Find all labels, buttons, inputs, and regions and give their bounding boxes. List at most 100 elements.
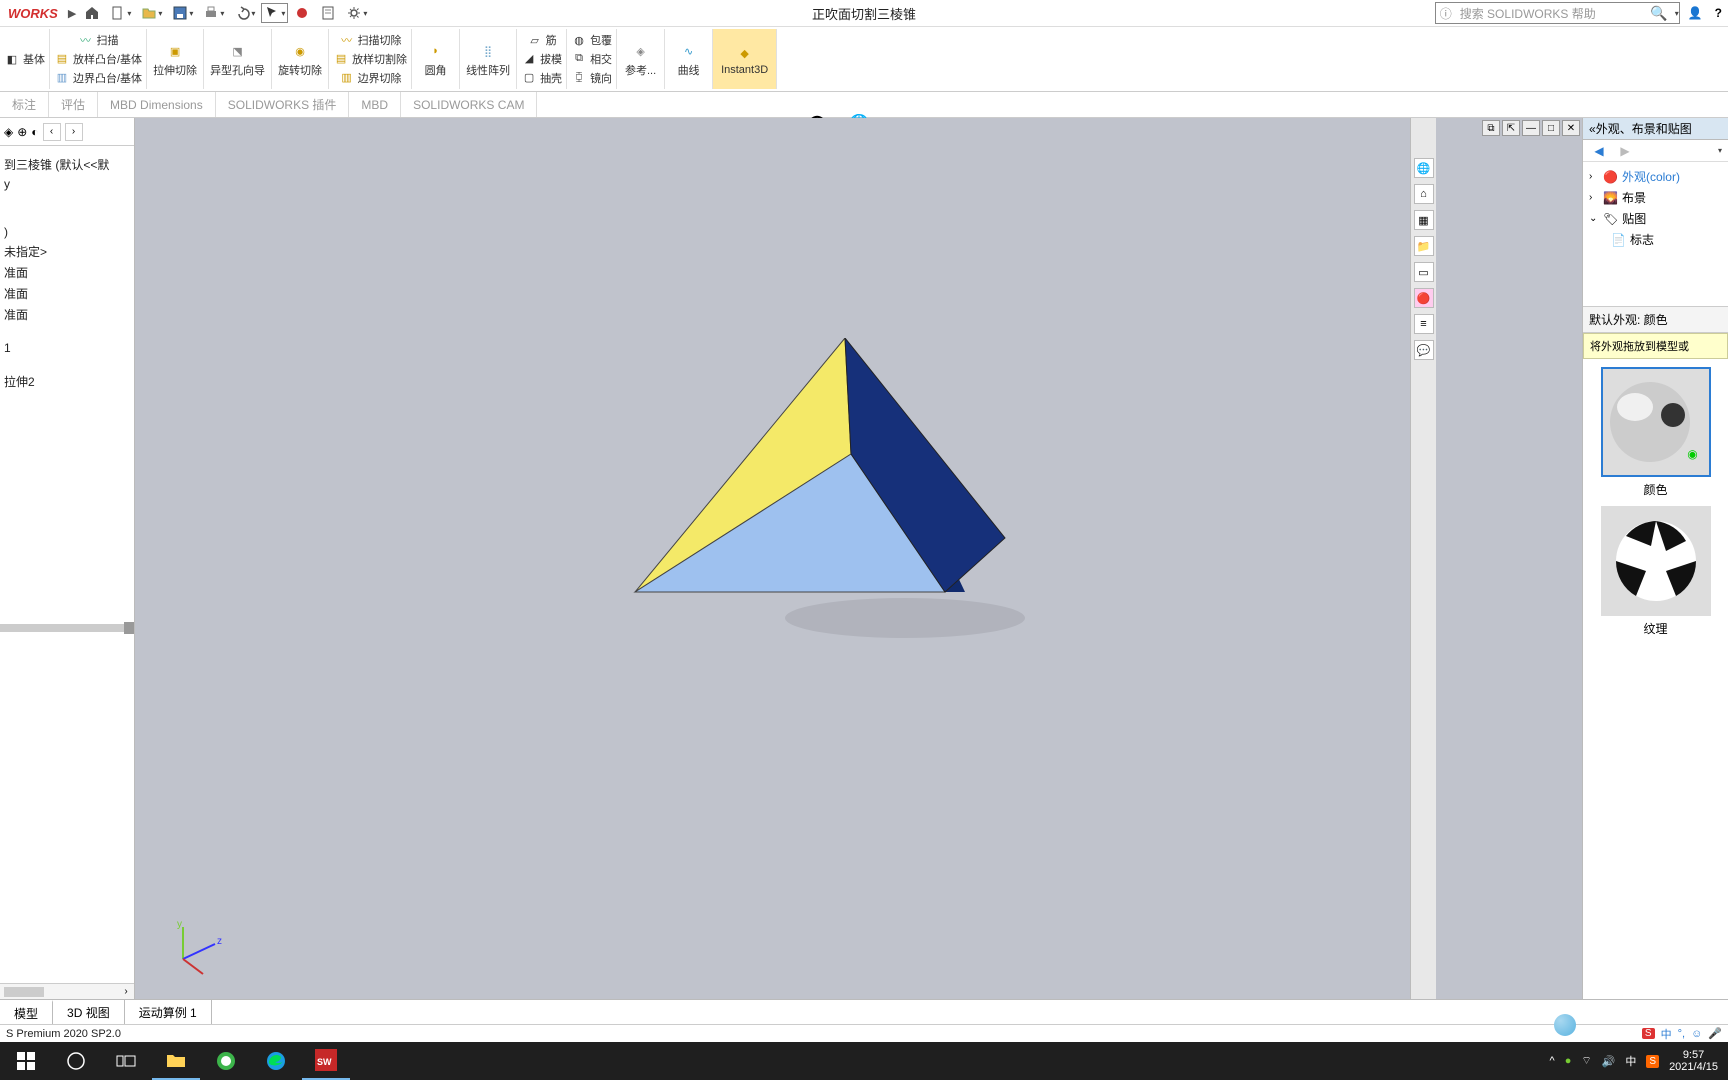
tab-motion[interactable]: 运动算例 1: [125, 1000, 212, 1024]
rb-boundary-cut[interactable]: ▥边界切除: [339, 70, 402, 86]
tree-unassigned[interactable]: 未指定>: [4, 241, 130, 262]
select-icon[interactable]: ▾: [261, 3, 288, 23]
solidworks-taskbar-icon[interactable]: SW: [302, 1042, 350, 1080]
status-ime[interactable]: 中: [1661, 1026, 1672, 1042]
tab-model[interactable]: 模型: [0, 1000, 53, 1024]
tray-wifi-icon[interactable]: ⌔: [1581, 1054, 1591, 1068]
fm-splitter[interactable]: [0, 624, 134, 632]
tp-library-icon[interactable]: ▦: [1414, 210, 1434, 230]
tab-annotate[interactable]: 标注: [0, 92, 49, 117]
tray-volume-icon[interactable]: 🔊: [1602, 1055, 1616, 1068]
swatch-color[interactable]: ◉ 颜色: [1601, 367, 1711, 498]
status-emoji-icon[interactable]: ☺: [1691, 1028, 1702, 1040]
tray-overflow-icon[interactable]: ^: [1550, 1055, 1555, 1067]
fm-tab3-icon[interactable]: ◐: [31, 125, 38, 139]
rb-wizard[interactable]: ⬔异型孔向导: [204, 29, 272, 89]
rb-loft[interactable]: ▤放样凸台/基体: [54, 51, 142, 67]
rp-drop[interactable]: ▾: [1718, 146, 1722, 155]
rp-decal[interactable]: ⌄🏷 贴图: [1589, 208, 1722, 229]
new-icon[interactable]: ▾: [106, 3, 135, 23]
open-icon[interactable]: ▾: [137, 3, 166, 23]
tab-mbd[interactable]: MBD: [349, 92, 401, 117]
tab-cam[interactable]: SOLIDWORKS CAM: [401, 92, 537, 117]
start-button[interactable]: [2, 1042, 50, 1080]
tree-paren[interactable]: ): [4, 223, 130, 241]
rb-fillet[interactable]: ◗圆角: [412, 29, 460, 89]
tree-root[interactable]: 到三棱锥 (默认<<默: [4, 154, 130, 175]
cortana-icon[interactable]: [52, 1042, 100, 1080]
rp-appearance[interactable]: ›🔴 外观(color): [1589, 166, 1722, 187]
rp-back-icon[interactable]: ◀: [1589, 142, 1609, 160]
status-mic-icon[interactable]: 🎤: [1708, 1027, 1722, 1040]
rb-ref[interactable]: ◈参考...: [617, 29, 665, 89]
rb-boundary[interactable]: ▥边界凸台/基体: [54, 70, 142, 86]
vp-link-icon[interactable]: ⇱: [1502, 120, 1520, 136]
tab-3dview[interactable]: 3D 视图: [53, 1000, 125, 1024]
tp-home-icon[interactable]: ⌂: [1414, 184, 1434, 204]
rb-sweep[interactable]: 〰扫描: [78, 32, 119, 48]
fm-next[interactable]: ›: [65, 123, 83, 141]
search-box[interactable]: ⓘ 搜索 SOLIDWORKS 帮助 🔍▾: [1435, 2, 1680, 24]
swatch-texture[interactable]: 纹理: [1601, 506, 1711, 637]
tree-extrude2[interactable]: 拉伸2: [4, 371, 130, 392]
explorer-icon[interactable]: [152, 1042, 200, 1080]
rb-curve[interactable]: ∿曲线: [665, 29, 713, 89]
print-icon[interactable]: ▾: [199, 3, 228, 23]
rp-fwd-icon[interactable]: ▶: [1615, 142, 1635, 160]
tp-forum-icon[interactable]: 💬: [1414, 340, 1434, 360]
tray-clock[interactable]: 9:57 2021/4/15: [1669, 1049, 1718, 1073]
status-ime-badge[interactable]: S: [1642, 1028, 1655, 1039]
taskview-icon[interactable]: [102, 1042, 150, 1080]
tab-evaluate[interactable]: 评估: [49, 92, 98, 117]
fm-tab2-icon[interactable]: ⊕: [17, 125, 27, 139]
rb-revolve-cut[interactable]: ◉旋转切除: [272, 29, 329, 89]
tp-view-icon[interactable]: ▭: [1414, 262, 1434, 282]
settings-icon[interactable]: ▾: [342, 3, 371, 23]
view-triad[interactable]: y z: [155, 919, 225, 979]
undo-icon[interactable]: ▾: [230, 3, 259, 23]
rp-mark[interactable]: 📄 标志: [1589, 229, 1722, 250]
edge-legacy-icon[interactable]: [202, 1042, 250, 1080]
rb-base[interactable]: ◧基体: [4, 51, 45, 67]
rebuild-icon[interactable]: [290, 3, 314, 23]
vp-close-icon[interactable]: ✕: [1562, 120, 1580, 136]
rb-extrude-cut[interactable]: ▣拉伸切除: [147, 29, 204, 89]
tree-plane2[interactable]: 准面: [4, 283, 130, 304]
rb-pattern[interactable]: ⣿线性阵列: [460, 29, 517, 89]
pyramid-model[interactable]: [625, 338, 1045, 658]
tree-plane3[interactable]: 准面: [4, 304, 130, 325]
help-icon[interactable]: ?: [1711, 4, 1726, 22]
tray-ime[interactable]: 中: [1625, 1053, 1636, 1069]
tab-addins[interactable]: SOLIDWORKS 插件: [216, 92, 350, 117]
edge-icon[interactable]: [252, 1042, 300, 1080]
save-icon[interactable]: ▾: [168, 3, 197, 23]
rb-instant3d[interactable]: ◆Instant3D: [713, 29, 777, 89]
rb-draft[interactable]: ◢拔模: [521, 51, 562, 67]
tree-plane1[interactable]: 准面: [4, 262, 130, 283]
tab-mbddim[interactable]: MBD Dimensions: [98, 92, 216, 117]
rb-intersect[interactable]: ⧉相交: [571, 51, 612, 67]
tp-explorer-icon[interactable]: 📁: [1414, 236, 1434, 256]
options-file-icon[interactable]: [316, 3, 340, 23]
rb-loft-cut[interactable]: ▤放样切割除: [333, 51, 407, 67]
tree-1[interactable]: 1: [4, 339, 130, 357]
rb-mirror[interactable]: ⧮镜向: [571, 70, 612, 86]
status-punct-icon[interactable]: °,: [1678, 1028, 1685, 1040]
viewport-3d[interactable]: ⧉ ⇱ — □ ✕ y z 🌐 ⌂ ▦ 📁 ▭ 🔴 ≡ 💬: [135, 118, 1582, 999]
logo-arrow-icon[interactable]: ▶: [64, 7, 80, 20]
tp-resources-icon[interactable]: 🌐: [1414, 158, 1434, 178]
rb-shell[interactable]: ▢抽壳: [521, 70, 562, 86]
home-icon[interactable]: [80, 3, 104, 23]
fm-tab1-icon[interactable]: ◈: [4, 125, 13, 139]
rb-sweep-cut[interactable]: 〰扫描切除: [339, 32, 402, 48]
tray-battery-icon[interactable]: ●: [1565, 1055, 1572, 1067]
tp-appearance-icon[interactable]: 🔴: [1414, 288, 1434, 308]
rp-scene[interactable]: ›🌄 布景: [1589, 187, 1722, 208]
vp-min-icon[interactable]: —: [1522, 120, 1540, 136]
tp-custom-icon[interactable]: ≡: [1414, 314, 1434, 334]
rb-rib[interactable]: ▱筋: [527, 32, 557, 48]
fm-prev[interactable]: ‹: [43, 123, 61, 141]
vp-max-icon[interactable]: □: [1542, 120, 1560, 136]
tree-y[interactable]: y: [4, 175, 130, 193]
rb-wrap[interactable]: ◍包覆: [571, 32, 612, 48]
